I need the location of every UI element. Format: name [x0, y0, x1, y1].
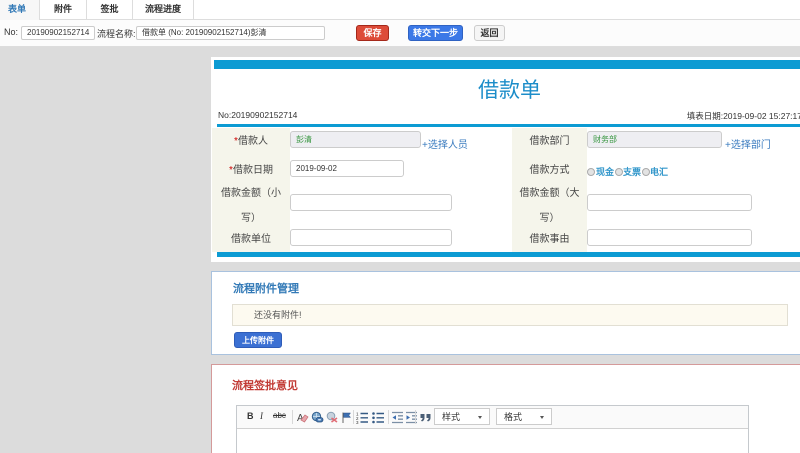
svg-text:3: 3: [356, 420, 359, 424]
